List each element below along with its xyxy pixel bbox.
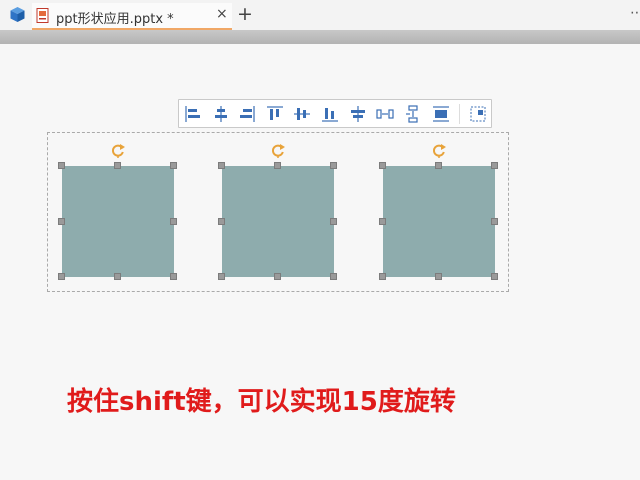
- resize-handle[interactable]: [491, 273, 498, 280]
- resize-handle[interactable]: [58, 162, 65, 169]
- resize-handle[interactable]: [330, 162, 337, 169]
- resize-handle[interactable]: [491, 217, 498, 225]
- resize-handle[interactable]: [379, 217, 386, 225]
- rotate-handle-icon[interactable]: [431, 142, 447, 158]
- resize-handle[interactable]: [330, 217, 337, 225]
- title-tab-bar: ppt形状应用.pptx * × + ⋯: [0, 0, 640, 30]
- resize-handle[interactable]: [170, 273, 177, 280]
- resize-handle[interactable]: [114, 273, 121, 280]
- presentation-file-icon: [36, 8, 49, 23]
- rotate-handle-icon[interactable]: [110, 142, 126, 158]
- resize-handle[interactable]: [114, 162, 121, 169]
- align-center-horizontal-icon[interactable]: [211, 104, 231, 124]
- wps-cube-icon[interactable]: [9, 6, 26, 23]
- resize-handle[interactable]: [435, 273, 442, 280]
- toolbar-strip: [0, 30, 640, 44]
- document-tab[interactable]: ppt形状应用.pptx * ×: [32, 3, 232, 30]
- more-options-icon[interactable]: [468, 104, 488, 124]
- resize-handle[interactable]: [58, 217, 65, 225]
- resize-handle[interactable]: [274, 273, 281, 280]
- resize-handle[interactable]: [58, 273, 65, 280]
- close-tab-icon[interactable]: ×: [216, 6, 228, 22]
- distribute-vertical-icon[interactable]: [403, 104, 423, 124]
- align-right-icon[interactable]: [237, 104, 257, 124]
- rotate-handle-icon[interactable]: [270, 142, 286, 158]
- resize-handle[interactable]: [379, 162, 386, 169]
- rectangle-shape[interactable]: [222, 166, 334, 277]
- align-top-icon[interactable]: [265, 104, 285, 124]
- resize-handle[interactable]: [274, 162, 281, 169]
- toolbar-separator: [459, 104, 460, 124]
- align-bottom-icon[interactable]: [320, 104, 340, 124]
- resize-handle[interactable]: [218, 162, 225, 169]
- resize-handle[interactable]: [435, 162, 442, 169]
- rectangle-shape[interactable]: [62, 166, 174, 277]
- distribute-horizontal-icon[interactable]: [348, 104, 368, 124]
- window-menu-icon[interactable]: ⋯: [630, 5, 640, 21]
- align-toolbar: [178, 99, 492, 128]
- resize-handle[interactable]: [218, 273, 225, 280]
- align-left-icon[interactable]: [183, 104, 203, 124]
- tab-title: ppt形状应用.pptx *: [56, 12, 174, 27]
- resize-handle[interactable]: [218, 217, 225, 225]
- rectangle-shape[interactable]: [383, 166, 495, 277]
- align-middle-vertical-icon[interactable]: [292, 104, 312, 124]
- distribute-horizontal-space-icon[interactable]: [375, 104, 395, 124]
- new-tab-button[interactable]: +: [237, 2, 253, 26]
- resize-handle[interactable]: [330, 273, 337, 280]
- resize-handle[interactable]: [170, 217, 177, 225]
- resize-handle[interactable]: [491, 162, 498, 169]
- resize-handle[interactable]: [379, 273, 386, 280]
- distribute-vertical-space-icon[interactable]: [431, 104, 451, 124]
- resize-handle[interactable]: [170, 162, 177, 169]
- instruction-caption: 按住shift键，可以实现15度旋转: [67, 387, 456, 417]
